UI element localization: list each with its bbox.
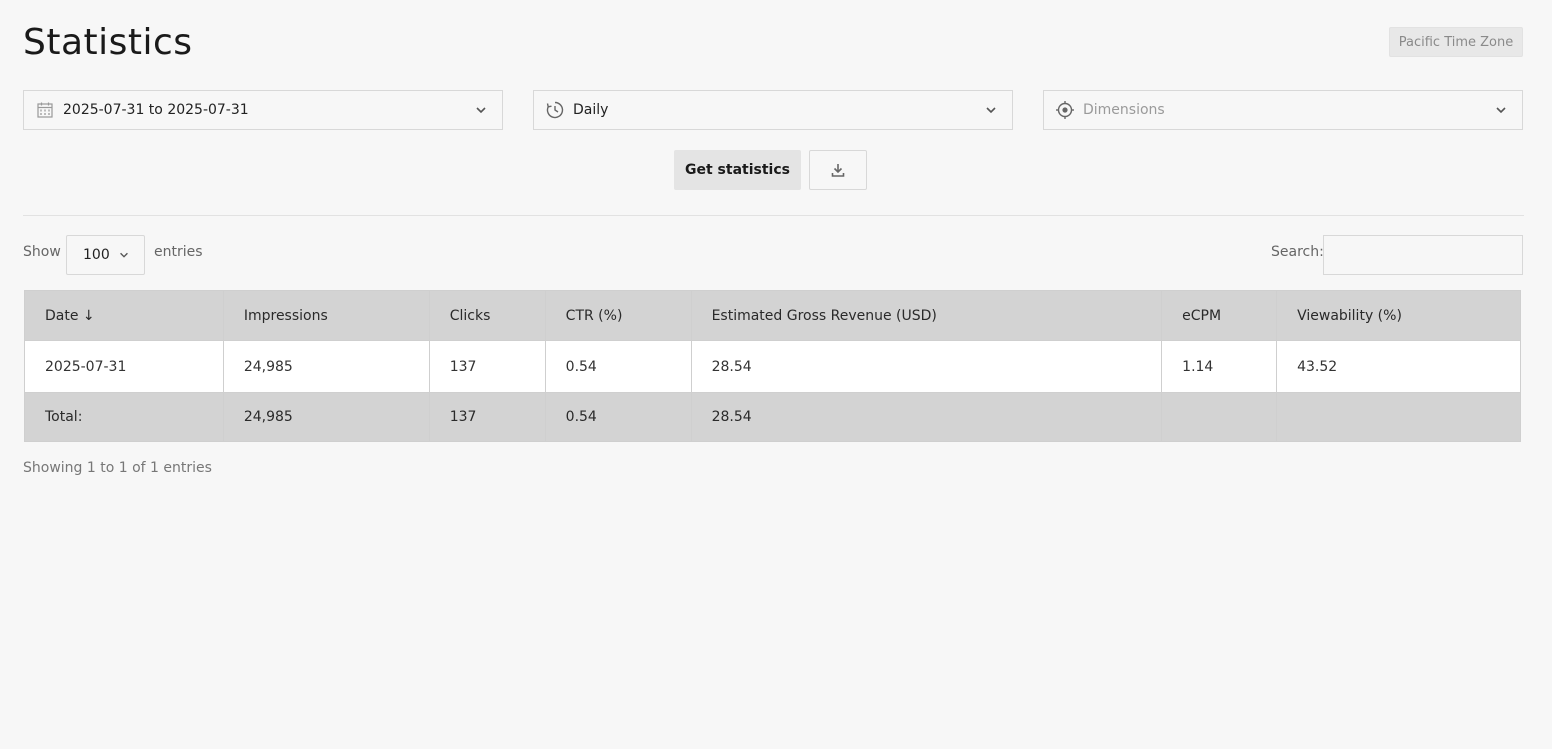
cell-date: 2025-07-31 xyxy=(24,340,224,393)
search-label: Search: xyxy=(1271,244,1324,260)
get-statistics-button[interactable]: Get statistics xyxy=(674,150,801,190)
footer-impressions: 24,985 xyxy=(222,392,430,442)
column-header-viewability[interactable]: Viewability (%) xyxy=(1276,290,1521,341)
clock-icon xyxy=(545,100,565,120)
download-icon xyxy=(831,164,845,177)
footer-ecpm xyxy=(1161,392,1278,442)
column-header-revenue[interactable]: Estimated Gross Revenue (USD) xyxy=(690,290,1163,341)
page-length-select[interactable]: 100 xyxy=(66,235,145,275)
table-info: Showing 1 to 1 of 1 entries xyxy=(23,460,212,476)
chevron-down-icon xyxy=(1496,107,1506,114)
dimensions-placeholder: Dimensions xyxy=(1083,102,1165,118)
footer-viewability xyxy=(1276,392,1521,442)
table-header-row: Date ↓ Impressions Clicks CTR (%) Estima… xyxy=(24,290,1521,341)
search-input[interactable] xyxy=(1323,235,1523,275)
column-header-impressions[interactable]: Impressions xyxy=(222,290,430,341)
section-divider xyxy=(23,215,1524,216)
footer-clicks: 137 xyxy=(428,392,546,442)
column-header-ctr[interactable]: CTR (%) xyxy=(544,290,692,341)
timezone-badge: Pacific Time Zone xyxy=(1389,27,1523,57)
chevron-down-icon xyxy=(120,252,128,258)
table-row: 2025-07-31 24,985 137 0.54 28.54 1.14 43… xyxy=(24,340,1521,393)
calendar-icon xyxy=(35,100,55,120)
page-title: Statistics xyxy=(23,22,193,63)
cell-ecpm: 1.14 xyxy=(1161,340,1278,393)
download-button[interactable] xyxy=(809,150,867,190)
date-range-select[interactable]: 2025-07-31 to 2025-07-31 xyxy=(23,90,503,130)
cell-impressions: 24,985 xyxy=(222,340,430,393)
cell-clicks: 137 xyxy=(428,340,546,393)
cell-viewability: 43.52 xyxy=(1276,340,1521,393)
table-footer-row: Total: 24,985 137 0.54 28.54 xyxy=(24,392,1521,442)
cell-ctr: 0.54 xyxy=(544,340,692,393)
column-header-date[interactable]: Date ↓ xyxy=(24,290,224,341)
interval-select[interactable]: Daily xyxy=(533,90,1013,130)
chevron-down-icon xyxy=(986,107,996,114)
target-icon xyxy=(1055,100,1075,120)
footer-total-label: Total: xyxy=(24,392,224,442)
show-label: Show xyxy=(23,244,61,260)
chevron-down-icon xyxy=(476,107,486,114)
page-length-value: 100 xyxy=(83,247,110,263)
interval-value: Daily xyxy=(573,102,609,118)
footer-revenue: 28.54 xyxy=(690,392,1163,442)
column-header-ecpm[interactable]: eCPM xyxy=(1161,290,1278,341)
dimensions-select[interactable]: Dimensions xyxy=(1043,90,1523,130)
cell-revenue: 28.54 xyxy=(690,340,1163,393)
date-range-value: 2025-07-31 to 2025-07-31 xyxy=(63,102,249,118)
footer-ctr: 0.54 xyxy=(544,392,692,442)
statistics-table: Date ↓ Impressions Clicks CTR (%) Estima… xyxy=(24,290,1521,442)
entries-label: entries xyxy=(154,244,203,260)
column-header-clicks[interactable]: Clicks xyxy=(428,290,546,341)
